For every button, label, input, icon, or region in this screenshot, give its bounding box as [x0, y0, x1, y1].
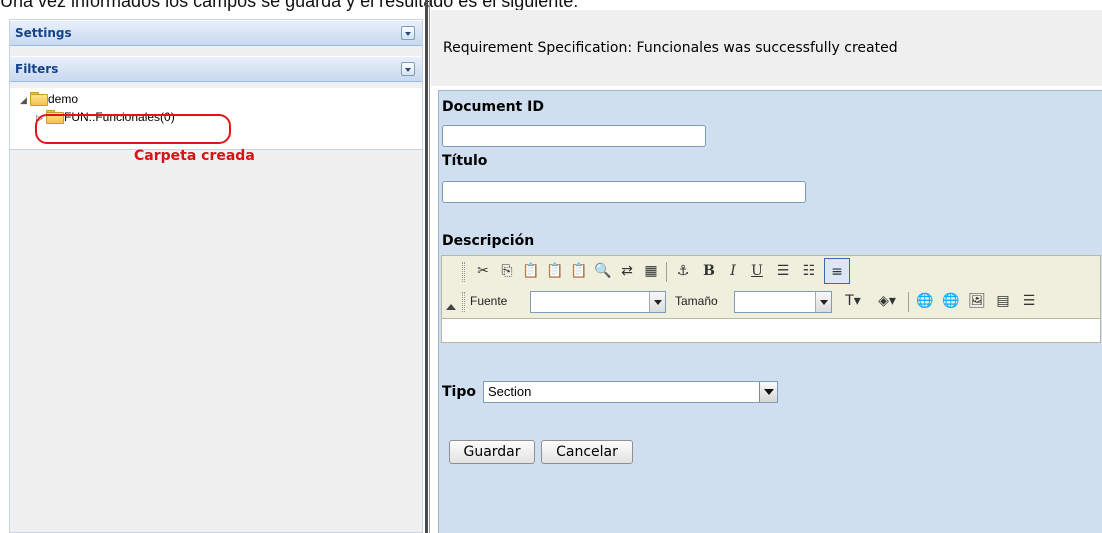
tipo-selected-value: Section [488, 384, 532, 399]
document-id-input[interactable] [442, 125, 706, 147]
tree-node-label: demo [48, 92, 79, 106]
save-button[interactable]: Guardar [449, 440, 535, 464]
image-icon[interactable]: 🖼 [966, 290, 988, 312]
italic-icon[interactable]: I [722, 260, 744, 282]
replace-icon[interactable]: ⇄ [616, 260, 638, 282]
descripcion-label: Descripción [442, 233, 535, 249]
expanded-arrow-icon[interactable]: ◢ [20, 95, 30, 106]
unordered-list-icon[interactable]: ☷ [798, 260, 820, 282]
anchor-icon[interactable]: ⚓ [672, 260, 694, 282]
link-icon[interactable]: 🌐 [914, 290, 936, 312]
filters-panel-header[interactable]: Filters [10, 56, 422, 82]
folder-open-icon [30, 92, 48, 106]
unlink-icon[interactable]: 🌐 [940, 290, 962, 312]
chevron-down-icon[interactable] [401, 26, 415, 40]
success-message: Requirement Specification: Funcionales w… [443, 40, 898, 56]
font-label: Fuente [470, 294, 508, 308]
horizontal-rule-icon[interactable]: ☰ [1018, 290, 1040, 312]
requirement-form: Document ID Título Descripción ✂ ⎘ 📋 📋 📋… [438, 90, 1102, 533]
document-id-label: Document ID [442, 99, 544, 115]
chevron-down-icon[interactable] [815, 292, 831, 312]
paste-word-icon[interactable]: 📋 [568, 260, 590, 282]
chevron-down-icon[interactable] [401, 62, 415, 76]
underline-icon[interactable]: U [746, 260, 768, 282]
settings-title: Settings [15, 26, 72, 40]
tipo-select[interactable]: Section [483, 381, 778, 403]
tipo-label: Tipo [442, 384, 476, 400]
toolbar-grip[interactable] [462, 292, 465, 312]
toolbar-separator [908, 292, 909, 312]
size-label: Tamaño [675, 294, 718, 308]
text-color-icon[interactable]: T▾ [838, 290, 868, 312]
find-icon[interactable]: 🔍 [592, 260, 614, 282]
bold-icon[interactable]: B [698, 260, 720, 282]
select-all-icon[interactable]: ▦ [640, 260, 662, 282]
settings-panel-header[interactable]: Settings [10, 20, 422, 46]
success-bar: Requirement Specification: Funcionales w… [431, 10, 1102, 86]
chevron-down-icon[interactable] [649, 292, 665, 312]
bg-color-icon[interactable]: ◈▾ [872, 290, 902, 312]
copy-icon[interactable]: ⎘ [496, 260, 518, 282]
filters-title: Filters [15, 62, 59, 76]
chevron-down-icon[interactable] [759, 382, 777, 402]
paste-text-icon[interactable]: 📋 [544, 260, 566, 282]
cut-icon[interactable]: ✂ [472, 260, 494, 282]
left-panel: Settings Filters ◢ demo ▷ FUN::Funcionales… [9, 19, 423, 533]
tree-node-demo[interactable]: ◢ demo [20, 92, 78, 106]
editor-toolbar-row-2: Fuente Tamaño T▾ ◈▾ 🌐 🌐 🖼 ▤ ☰ [442, 286, 1100, 316]
paste-icon[interactable]: 📋 [520, 260, 542, 282]
editor-toolbar-row-1: ✂ ⎘ 📋 📋 📋 🔍 ⇄ ▦ ⚓ B I U ☰ ☷ ≡ [442, 256, 1100, 286]
highlight-ellipse [35, 114, 231, 144]
toolbar-grip[interactable] [462, 262, 465, 282]
cancel-button[interactable]: Cancelar [541, 440, 633, 464]
table-icon[interactable]: ▤ [992, 290, 1014, 312]
titulo-input[interactable] [442, 181, 806, 203]
splitter[interactable] [425, 0, 428, 533]
editor-content-area[interactable] [442, 318, 1100, 342]
ordered-list-icon[interactable]: ☰ [772, 260, 794, 282]
justify-left-icon[interactable]: ≡ [824, 258, 850, 284]
toolbar-separator [666, 262, 667, 282]
rich-text-editor: ✂ ⎘ 📋 📋 📋 🔍 ⇄ ▦ ⚓ B I U ☰ ☷ ≡ Fuente Tam… [441, 255, 1101, 343]
titulo-label: Título [442, 153, 488, 169]
font-select[interactable] [530, 291, 666, 313]
splitter-edge [429, 0, 430, 533]
annotation-label: Carpeta creada [134, 148, 255, 164]
collapse-toolbar-icon[interactable] [446, 304, 456, 310]
size-select[interactable] [734, 291, 832, 313]
